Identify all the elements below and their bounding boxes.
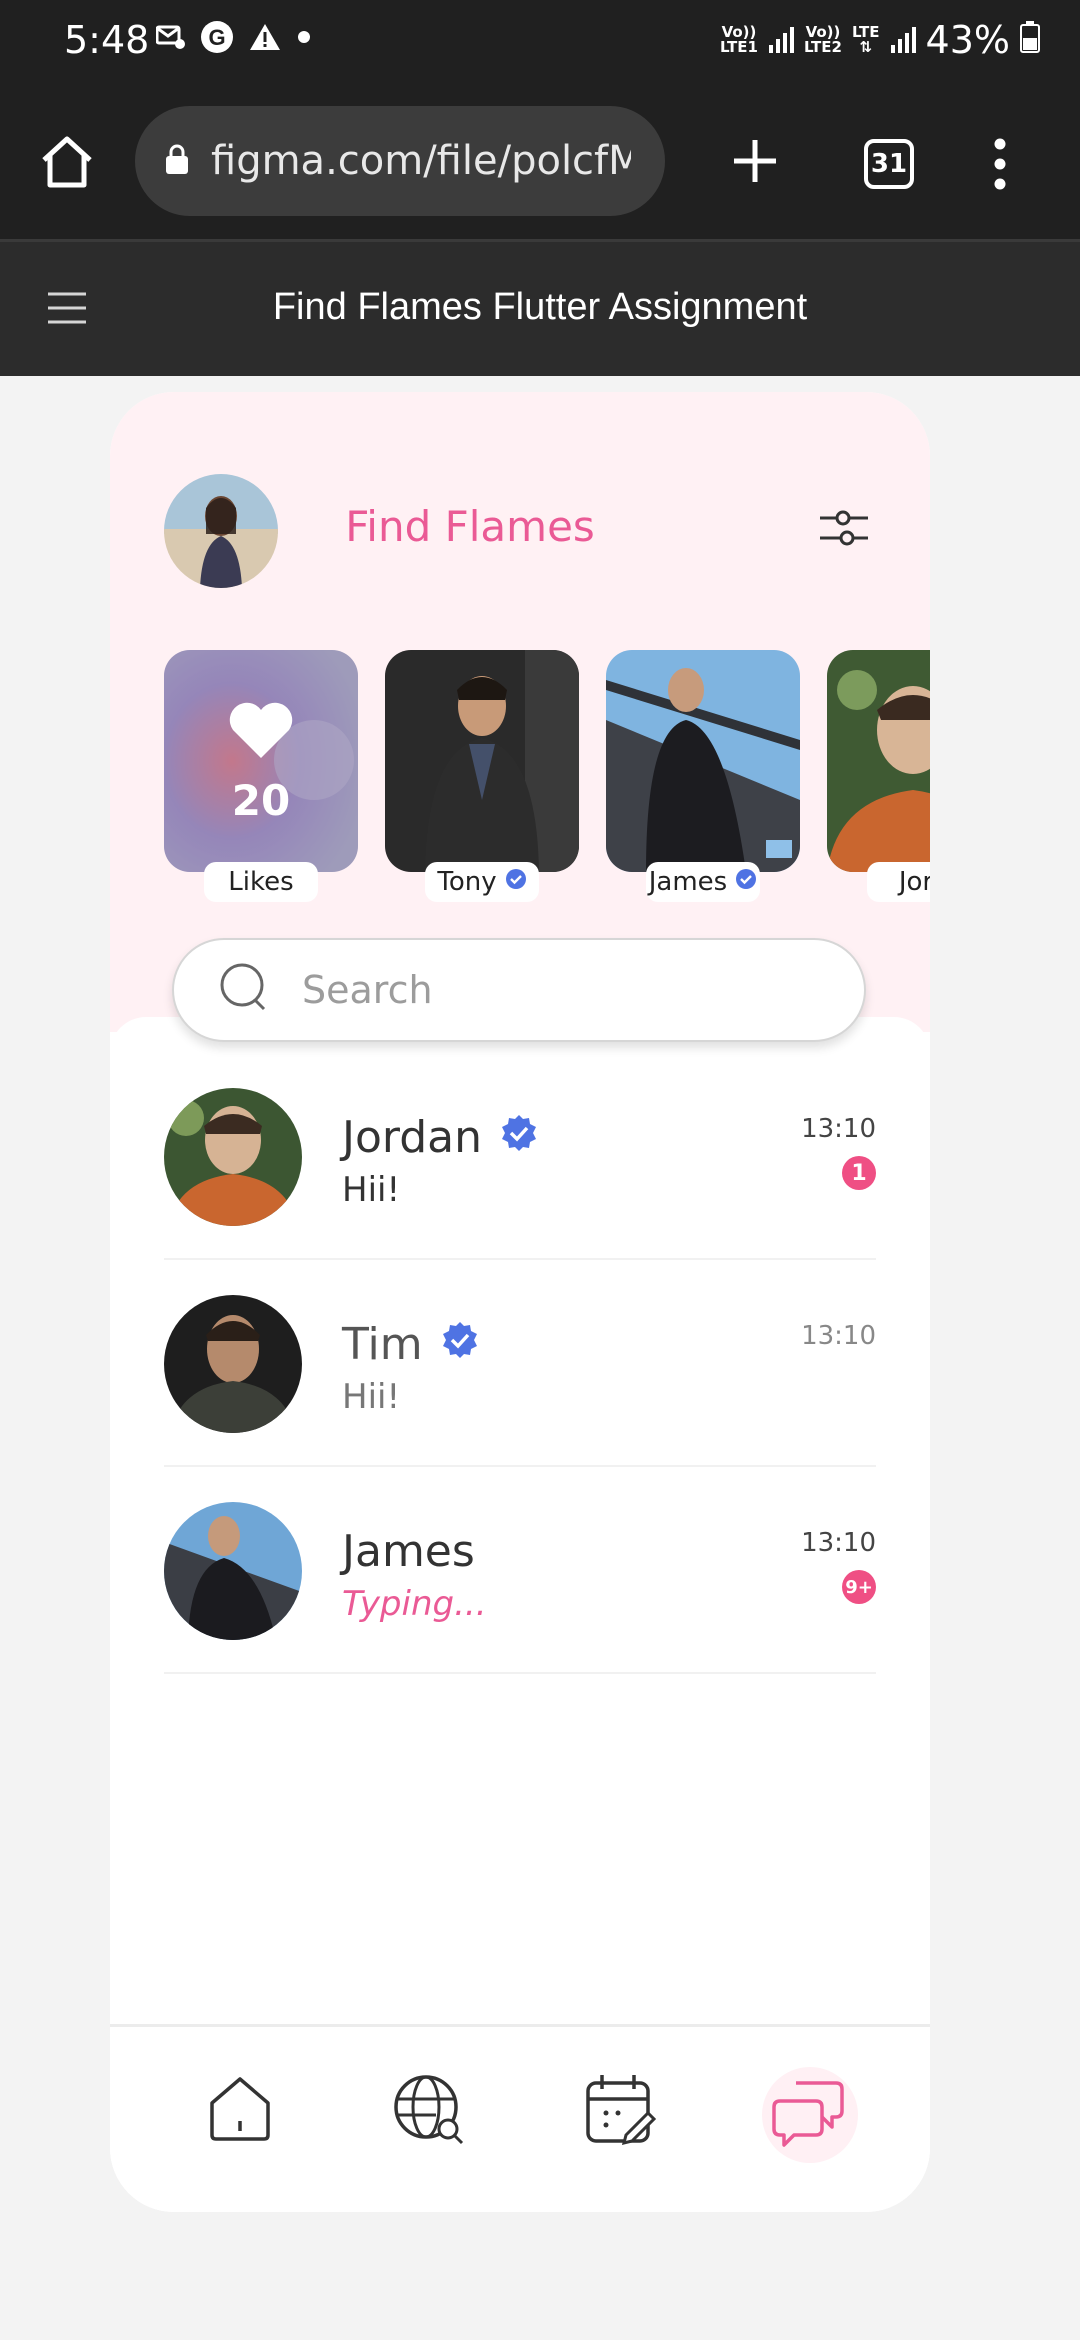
chat-time: 13:10 xyxy=(801,1114,876,1144)
story-name: James xyxy=(648,867,728,897)
network-label: LTE2 xyxy=(803,38,842,56)
tab-switcher-button[interactable]: 31 xyxy=(864,139,914,189)
new-tab-icon[interactable] xyxy=(728,134,782,192)
chat-name-text: Tim xyxy=(342,1319,423,1370)
network-label: LTE1 xyxy=(719,38,758,56)
chat-row-tim[interactable]: Tim Hii! 13:10 xyxy=(164,1259,876,1467)
search-placeholder: Search xyxy=(302,968,433,1012)
menu-kebab-icon[interactable] xyxy=(992,136,1008,196)
chat-row-jordan[interactable]: Jordan Hii! 13:10 1 xyxy=(164,1052,876,1260)
typing-indicator: Typing... xyxy=(342,1584,487,1624)
avatar xyxy=(164,1502,302,1640)
network-indicator-3: LTE ⇅ xyxy=(852,25,880,55)
chat-name-text: James xyxy=(342,1526,475,1577)
verified-badge-icon xyxy=(441,1319,479,1370)
bottom-navigation xyxy=(110,2024,930,2212)
avatar xyxy=(164,1295,302,1433)
chat-row-james[interactable]: James Typing... 13:10 9+ xyxy=(164,1466,876,1674)
story-tony[interactable] xyxy=(385,650,579,872)
status-time: 5:48 xyxy=(64,18,150,62)
chat-icon[interactable] xyxy=(770,2073,850,2157)
home-icon[interactable] xyxy=(200,2069,280,2153)
figma-file-title: Find Flames Flutter Assignment xyxy=(272,286,808,328)
figma-header: Find Flames Flutter Assignment xyxy=(0,242,1080,376)
battery-icon xyxy=(1020,18,1040,62)
phone-frame: Find Flames 20 Likes Tony James Jor Sear… xyxy=(110,392,930,2212)
search-input[interactable]: Search xyxy=(172,938,866,1042)
search-icon xyxy=(218,961,272,1019)
status-bar: 5:48 G Vo)) LTE1 Vo)) LTE2 LTE ⇅ 43% xyxy=(0,0,1080,84)
browser-toolbar: figma.com/file/polcfM 31 xyxy=(0,84,1080,242)
heart-icon xyxy=(225,698,297,766)
chat-message: Hii! xyxy=(342,1377,401,1417)
message-settings-icon xyxy=(155,24,186,54)
signal-icon xyxy=(890,18,916,62)
chat-name-text: Jordan xyxy=(342,1112,482,1163)
verified-badge-icon xyxy=(500,1112,538,1163)
data-arrows-icon: ⇅ xyxy=(859,38,873,56)
url-text: figma.com/file/polcfM xyxy=(211,138,631,184)
profile-avatar[interactable] xyxy=(164,474,278,588)
stories-row: 20 Likes Tony James Jor xyxy=(164,650,930,910)
chat-message: Hii! xyxy=(342,1170,401,1210)
chat-time: 13:10 xyxy=(801,1528,876,1558)
network-indicator-2: Vo)) LTE2 xyxy=(804,25,842,55)
story-name: Likes xyxy=(228,867,294,897)
battery-percent: 43% xyxy=(925,18,1010,62)
unread-badge: 1 xyxy=(842,1156,876,1190)
calendar-edit-icon[interactable] xyxy=(580,2069,660,2153)
avatar xyxy=(164,1088,302,1226)
home-icon[interactable] xyxy=(38,134,96,194)
warning-icon xyxy=(248,22,282,56)
signal-icon xyxy=(768,18,794,62)
address-bar[interactable]: figma.com/file/polcfM xyxy=(135,106,665,216)
dot-icon xyxy=(296,29,312,49)
story-jordan[interactable] xyxy=(827,650,930,872)
story-name: Tony xyxy=(437,867,497,897)
chat-time: 13:10 xyxy=(801,1321,876,1351)
story-name: Jord xyxy=(898,867,930,897)
globe-search-icon[interactable] xyxy=(390,2069,470,2153)
chat-name: James xyxy=(342,1526,475,1577)
likes-count: 20 xyxy=(231,776,291,825)
verified-badge-icon xyxy=(505,867,527,897)
story-label: Likes xyxy=(204,862,318,902)
app-title: Find Flames xyxy=(345,502,595,551)
story-james[interactable] xyxy=(606,650,800,872)
unread-badge: 9+ xyxy=(842,1570,876,1604)
verified-badge-icon xyxy=(735,867,757,897)
story-likes[interactable]: 20 xyxy=(164,650,358,872)
google-icon: G xyxy=(200,20,234,58)
story-label: Jord xyxy=(867,862,930,902)
network-indicator-1: Vo)) LTE1 xyxy=(720,25,758,55)
chat-name: Tim xyxy=(342,1319,479,1370)
story-label: James xyxy=(646,862,760,902)
chat-name: Jordan xyxy=(342,1112,538,1163)
svg-text:G: G xyxy=(208,25,225,50)
story-label: Tony xyxy=(425,862,539,902)
filter-sliders-icon[interactable] xyxy=(816,500,872,560)
lock-icon xyxy=(165,143,189,179)
